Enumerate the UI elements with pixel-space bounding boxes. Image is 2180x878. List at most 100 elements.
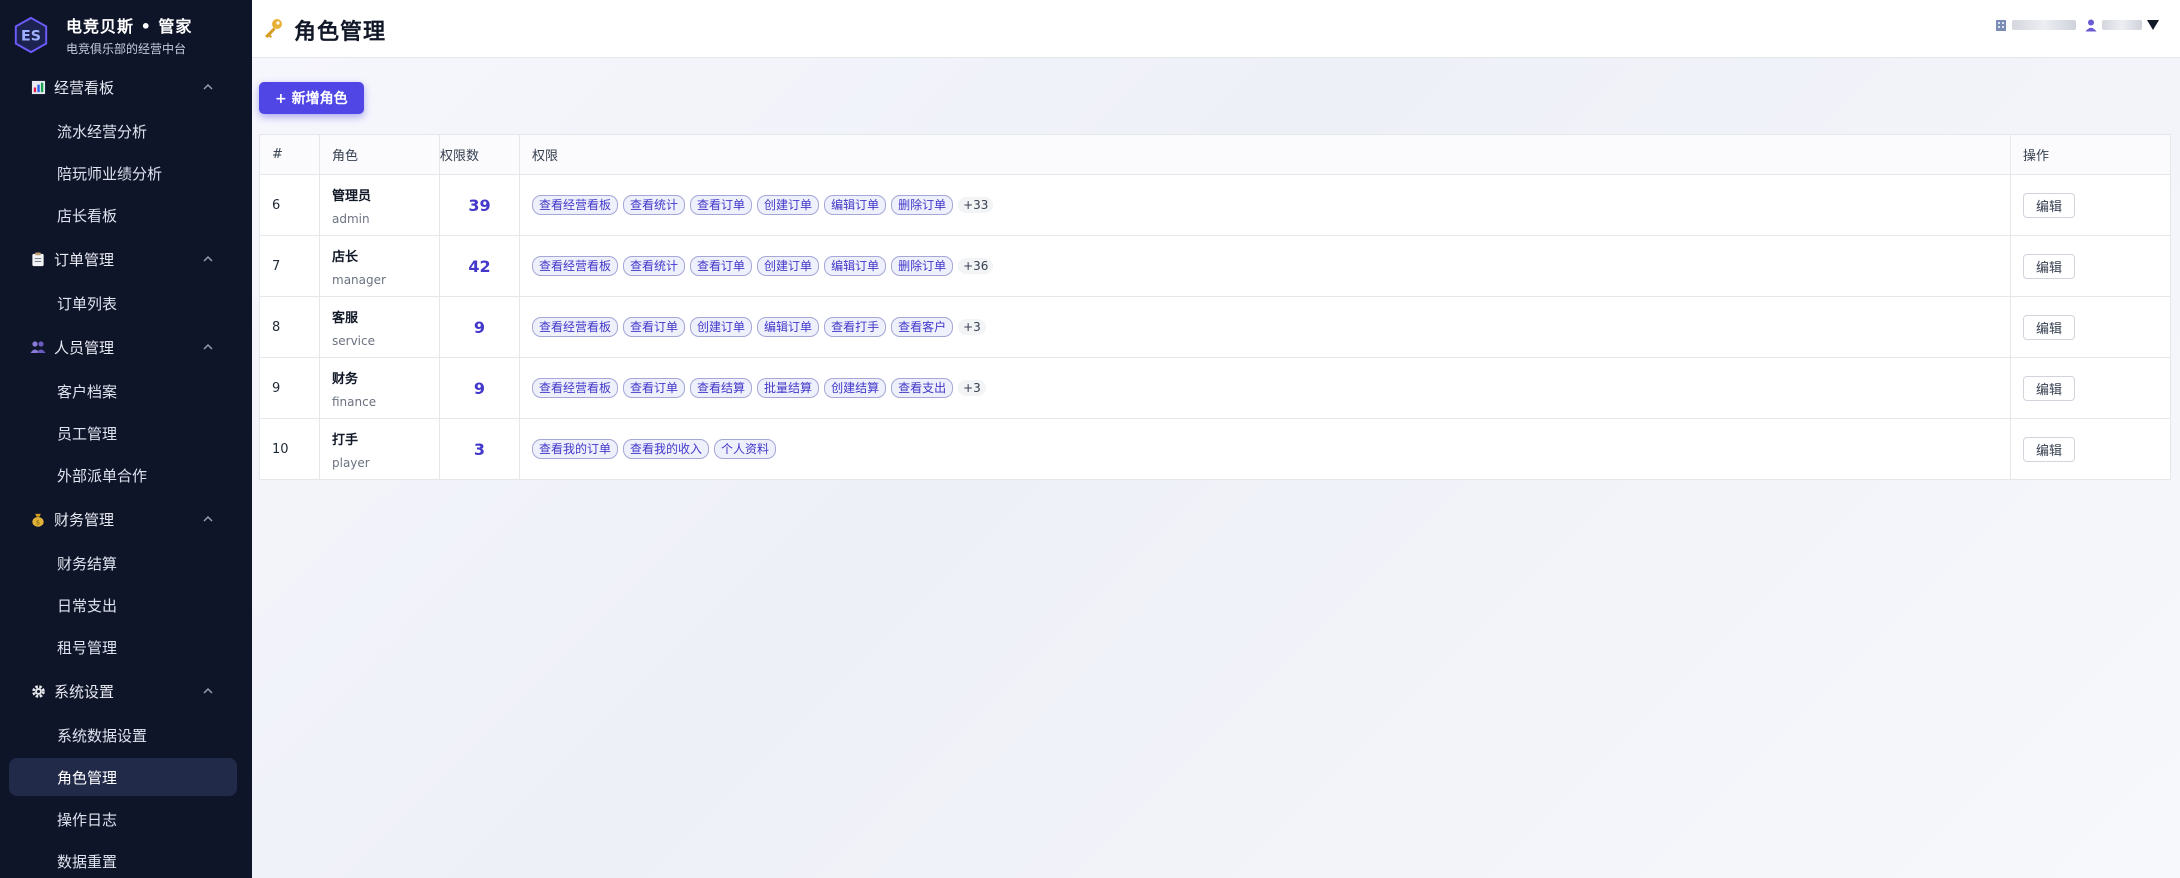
- permission-tag: 查看经营看板: [532, 195, 619, 215]
- sidebar-item-label: 店长看板: [57, 206, 118, 225]
- brand-title: 电竞贝斯 • 管家: [66, 17, 193, 36]
- sidebar-item-data-reset[interactable]: 数据重置: [9, 842, 237, 878]
- sidebar-item-label: 订单列表: [57, 294, 118, 313]
- chevron-up-icon: [203, 516, 213, 522]
- permission-tag: 查看打手: [824, 317, 887, 337]
- people-icon: [30, 339, 46, 355]
- permission-tag: 查看订单: [623, 317, 686, 337]
- actions-cell: 编辑: [2010, 357, 2171, 419]
- edit-role-button[interactable]: 编辑: [2023, 314, 2076, 340]
- permission-tag: 查看我的收入: [623, 439, 710, 459]
- sidebar-item-companion-performance[interactable]: 陪玩师业绩分析: [9, 154, 237, 192]
- header-user-area: [1986, 18, 2160, 32]
- sidebar-item-operation-log[interactable]: 操作日志: [9, 800, 237, 838]
- column-header-actions: 操作: [2010, 134, 2171, 175]
- column-header-role: 角色: [319, 134, 440, 175]
- store-switcher[interactable]: [1994, 18, 2076, 32]
- edit-role-button[interactable]: 编辑: [2023, 436, 2076, 462]
- permissions-cell: 查看经营看板 查看订单 查看结算 批量结算 创建结算 查看支出 +3: [519, 357, 2011, 419]
- role-key: finance: [332, 394, 377, 409]
- edit-role-button[interactable]: 编辑: [2023, 192, 2076, 218]
- permissions-cell: 查看我的订单 查看我的收入 个人资料: [519, 418, 2011, 480]
- nav-group-personnel[interactable]: 人员管理: [0, 331, 252, 363]
- money-bag-icon: $: [30, 511, 46, 527]
- nav-group-system-settings[interactable]: 系统设置: [0, 675, 252, 707]
- nav-group-label: 经营看板: [54, 78, 115, 97]
- sidebar-item-label: 员工管理: [57, 424, 118, 443]
- brand: ES 电竞贝斯 • 管家 电竞俱乐部的经营中台: [0, 0, 252, 70]
- user-menu[interactable]: [2084, 18, 2160, 32]
- svg-text:ES: ES: [21, 29, 41, 45]
- sidebar-item-external-dispatch[interactable]: 外部派单合作: [9, 456, 237, 494]
- sidebar-item-account-rental[interactable]: 租号管理: [9, 628, 237, 666]
- sidebar-item-system-data[interactable]: 系统数据设置: [9, 716, 237, 754]
- sidebar-item-label: 客户档案: [57, 382, 118, 401]
- actions-cell: 编辑: [2010, 418, 2171, 480]
- top-header: 角色管理: [252, 0, 2180, 58]
- sidebar-item-daily-expenses[interactable]: 日常支出: [9, 586, 237, 624]
- sidebar-item-order-list[interactable]: 订单列表: [9, 284, 237, 322]
- sidebar-item-label: 操作日志: [57, 810, 118, 829]
- sidebar-item-role-management[interactable]: 角色管理: [9, 758, 237, 796]
- table-header-row: # 角色 权限数 权限 操作: [259, 134, 2171, 175]
- nav-group-label: 系统设置: [54, 682, 115, 701]
- permission-tag: 查看支出: [891, 378, 954, 398]
- table-row: 9 财务 finance 9 查看经营看板 查看订单 查看结算 批量结算 创建结算 查看支出 +3 编…: [259, 357, 2171, 419]
- permission-tag: 编辑订单: [757, 317, 820, 337]
- role-cell: 店长 manager: [319, 235, 440, 297]
- permission-tag: 创建订单: [757, 256, 820, 276]
- chevron-up-icon: [203, 84, 213, 90]
- sidebar-item-label: 陪玩师业绩分析: [57, 164, 163, 183]
- chevron-up-icon: [203, 344, 213, 350]
- permission-tag: 查看经营看板: [532, 317, 619, 337]
- nav-group-orders[interactable]: 订单管理: [0, 243, 252, 275]
- permission-tag: 查看经营看板: [532, 378, 619, 398]
- role-id-cell: 7: [259, 235, 320, 297]
- permission-count: 9: [439, 357, 520, 419]
- edit-role-button[interactable]: 编辑: [2023, 375, 2076, 401]
- role-name: 打手: [332, 432, 359, 448]
- nav-group-label: 人员管理: [54, 338, 115, 357]
- sidebar: ES 电竞贝斯 • 管家 电竞俱乐部的经营中台 经营看板 流水经营分析 陪玩师业…: [0, 0, 252, 878]
- table-row: 7 店长 manager 42 查看经营看板 查看统计 查看订单 创建订单 编辑订单 删除订单 +3…: [259, 235, 2171, 297]
- role-key: admin: [332, 211, 370, 226]
- caret-down-icon: [2147, 20, 2159, 30]
- permission-more-count: +3: [958, 319, 986, 335]
- role-name: 客服: [332, 310, 359, 326]
- sidebar-item-label: 系统数据设置: [57, 726, 148, 745]
- gear-icon: [30, 683, 46, 699]
- nav-group-label: 财务管理: [54, 510, 115, 529]
- table-row: 8 客服 service 9 查看经营看板 查看订单 创建订单 编辑订单 查看打手 查看客户 +3 编…: [259, 296, 2171, 358]
- permission-count: 42: [439, 235, 520, 297]
- role-cell: 客服 service: [319, 296, 440, 358]
- permission-more-count: +3: [958, 380, 986, 396]
- permission-tag: 查看结算: [690, 378, 753, 398]
- store-name-redacted: [2012, 20, 2076, 30]
- role-id-cell: 8: [259, 296, 320, 358]
- permission-tag: 查看客户: [891, 317, 954, 337]
- sidebar-item-customer-records[interactable]: 客户档案: [9, 372, 237, 410]
- nav-group-finance[interactable]: $ 财务管理: [0, 503, 252, 535]
- sidebar-item-revenue-analysis[interactable]: 流水经营分析: [9, 112, 237, 150]
- permission-count: 3: [439, 418, 520, 480]
- page-title: 角色管理: [294, 20, 387, 45]
- role-cell: 打手 player: [319, 418, 440, 480]
- nav-group-dashboard[interactable]: 经营看板: [0, 71, 252, 103]
- logo-icon: ES: [14, 16, 48, 54]
- role-name: 管理员: [332, 188, 372, 204]
- nav-group-label: 订单管理: [54, 250, 115, 269]
- permission-tag: 查看订单: [690, 195, 753, 215]
- role-key: manager: [332, 272, 386, 287]
- key-icon: [265, 19, 282, 38]
- sidebar-item-staff-management[interactable]: 员工管理: [9, 414, 237, 452]
- clipboard-icon: [30, 251, 46, 267]
- permission-tag: 删除订单: [891, 256, 954, 276]
- edit-role-button[interactable]: 编辑: [2023, 253, 2076, 279]
- add-role-button[interactable]: + 新增角色: [259, 82, 364, 114]
- sidebar-item-manager-dashboard[interactable]: 店长看板: [9, 196, 237, 234]
- role-id-cell: 9: [259, 357, 320, 419]
- permission-tag: 创建订单: [757, 195, 820, 215]
- permission-more-count: +33: [958, 197, 994, 213]
- permission-tag: 查看我的订单: [532, 439, 619, 459]
- sidebar-item-settlement[interactable]: 财务结算: [9, 544, 237, 582]
